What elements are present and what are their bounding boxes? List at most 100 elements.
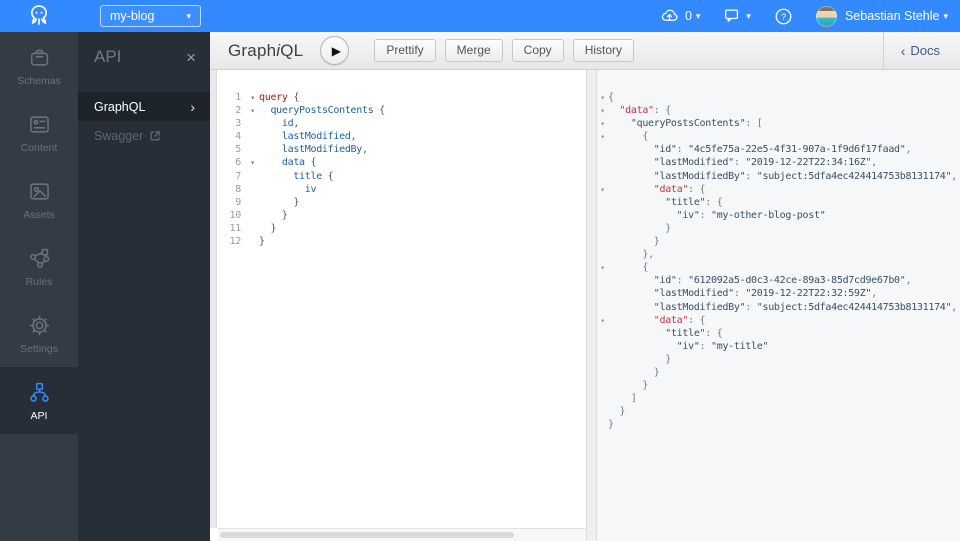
code-text: lastModified, xyxy=(281,131,357,143)
result-code-line: } xyxy=(597,353,960,366)
pane-resizer[interactable] xyxy=(586,70,597,541)
result-code-line: } xyxy=(597,222,960,235)
fold-arrow-icon[interactable]: ▾ xyxy=(597,104,608,117)
result-viewer: ▾{▾ "data": {▾ "queryPostsContents": [▾ … xyxy=(597,70,960,541)
toolbar-buttons: Prettify Merge Copy History xyxy=(374,39,635,62)
result-code-line: ▾ "data": { xyxy=(597,183,960,196)
result-code-line: ▾ { xyxy=(597,130,960,143)
user-menu[interactable]: Sebastian Stehle ▾ xyxy=(815,5,948,27)
code-text: "data": { xyxy=(653,314,706,326)
query-code-line: 6 ▾ data { xyxy=(218,156,586,169)
fold-arrow-icon[interactable]: ▾ xyxy=(597,91,608,104)
api-panel-menu: GraphQL › Swagger xyxy=(78,92,210,150)
query-editor[interactable]: 1 ▾ query {2 ▾ queryPostsContents {3 id, 4 l… xyxy=(210,70,586,541)
fold-arrow-icon[interactable]: ▾ xyxy=(246,91,259,104)
scrollbar-thumb[interactable] xyxy=(220,532,515,538)
code-text: } xyxy=(608,222,671,234)
app-selector-value: my-blog xyxy=(110,9,155,23)
squid-icon xyxy=(31,5,47,25)
chevron-down-icon: ▾ xyxy=(186,10,191,21)
query-code-line: 10 } xyxy=(218,209,586,222)
sidebar-item-label: API xyxy=(30,409,48,422)
code-text: } xyxy=(259,222,277,234)
fold-arrow-icon[interactable]: ▾ xyxy=(597,314,608,327)
fold-arrow-icon[interactable]: ▾ xyxy=(246,156,259,169)
code-text: } xyxy=(259,209,288,221)
query-code-line: 1 ▾ query { xyxy=(218,91,586,104)
chevron-down-icon: ▾ xyxy=(746,10,751,21)
fold-arrow-icon[interactable]: ▾ xyxy=(597,183,608,196)
code-text: } xyxy=(608,236,660,248)
docs-toggle-button[interactable]: ‹ Docs xyxy=(882,32,960,69)
fold-arrow-icon[interactable]: ▾ xyxy=(597,117,608,130)
sidebar-item-label: Schemas xyxy=(17,74,61,87)
result-code-line: "iv": "my-title" xyxy=(597,340,960,353)
assets-icon xyxy=(29,182,49,200)
line-number: 2 xyxy=(235,105,241,117)
panel-item-graphql[interactable]: GraphQL › xyxy=(78,92,210,121)
close-icon[interactable]: × xyxy=(186,49,196,66)
fold-arrow-icon[interactable]: ▾ xyxy=(597,261,608,274)
help-button[interactable]: ? xyxy=(773,6,794,27)
code-text: iv xyxy=(304,183,317,195)
result-code-line: "id": "4c5fe75a-22e5-4f31-907a-1f9d6f17f… xyxy=(597,143,960,156)
execute-query-button[interactable]: ▶ xyxy=(320,36,350,65)
result-code-line: "id": "612092a5-d0c3-42ce-89a3-85d7cd9e6… xyxy=(597,274,960,287)
sidebar-item-content[interactable]: Content xyxy=(0,99,78,166)
topbar-right-cluster: 0 ▾ ▾ ? Sebastian Stehle ▾ xyxy=(659,5,960,27)
uploads-menu[interactable]: 0 ▾ xyxy=(659,6,700,27)
code-text: "lastModified": "2019-12-22T22:32:59Z", xyxy=(653,288,877,300)
result-code-line: "title": { xyxy=(597,196,960,209)
result-code-line: ▾ { xyxy=(597,261,960,274)
chevron-down-icon: ▾ xyxy=(943,10,948,21)
code-text: data { xyxy=(281,157,317,169)
app-selector-dropdown[interactable]: my-blog ▾ xyxy=(100,5,201,27)
fold-arrow-icon[interactable]: ▾ xyxy=(246,104,259,117)
docs-label: Docs xyxy=(910,43,940,58)
result-code-line: ▾ "queryPostsContents": [ xyxy=(597,117,960,130)
code-text: "title": { xyxy=(665,327,723,339)
sidebar-item-rules[interactable]: Rules xyxy=(0,233,78,300)
code-text: "queryPostsContents": [ xyxy=(630,118,763,130)
merge-button[interactable]: Merge xyxy=(444,39,503,62)
code-text: "id": "4c5fe75a-22e5-4f31-907a-1f9d6f17f… xyxy=(653,144,912,156)
panel-item-swagger[interactable]: Swagger xyxy=(78,121,210,150)
code-text: "iv": "my-other-blog-post" xyxy=(676,209,826,221)
sidebar-item-label: Settings xyxy=(20,342,58,355)
sidebar-item-label: Rules xyxy=(25,275,53,288)
squidex-app-window: my-blog ▾ 0 ▾ ▾ ? Sebastian Stehle ▾ Sch… xyxy=(0,0,960,541)
query-code-line: 11 } xyxy=(218,222,586,235)
sidebar-item-schemas[interactable]: Schemas xyxy=(0,32,78,99)
copy-button[interactable]: Copy xyxy=(511,39,564,62)
prettify-button[interactable]: Prettify xyxy=(374,39,436,62)
fold-arrow-icon[interactable]: ▾ xyxy=(597,130,608,143)
code-text: "data": { xyxy=(619,105,671,117)
result-code-line: ▾ "data": { xyxy=(597,104,960,117)
history-button[interactable]: History xyxy=(572,39,635,62)
sidebar-item-api[interactable]: API xyxy=(0,367,78,434)
feedback-menu[interactable]: ▾ xyxy=(722,6,751,26)
line-number: 11 xyxy=(229,222,242,234)
query-code: 1 ▾ query {2 ▾ queryPostsContents {3 id, 4 l… xyxy=(218,91,586,528)
query-code-line: 5 lastModifiedBy, xyxy=(218,143,586,156)
line-number: 12 xyxy=(229,236,242,248)
code-text: title { xyxy=(293,170,334,182)
sidebar-item-assets[interactable]: Assets xyxy=(0,166,78,233)
sidebar-item-settings[interactable]: Settings xyxy=(0,300,78,367)
api-icon xyxy=(29,382,49,402)
user-name: Sebastian Stehle xyxy=(844,9,940,23)
gear-icon xyxy=(29,315,49,335)
squidex-logo[interactable] xyxy=(0,3,78,29)
result-code-line: "lastModifiedBy": "subject:5dfa4ec424414… xyxy=(597,170,960,183)
